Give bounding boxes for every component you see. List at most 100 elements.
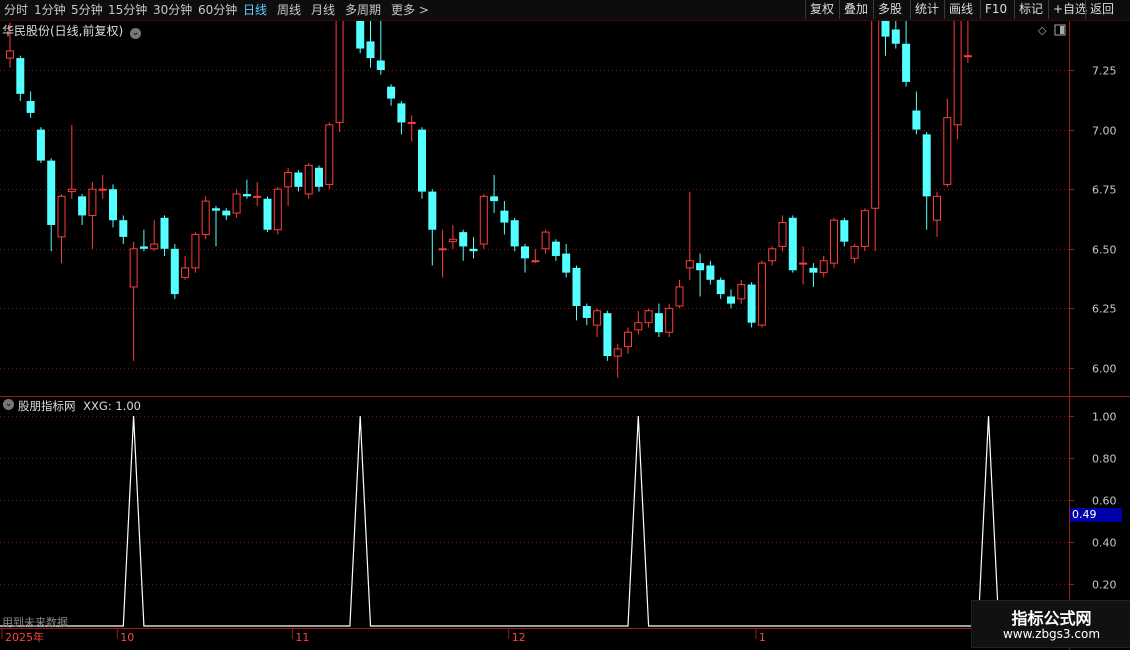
candle-body xyxy=(304,164,313,195)
candle-body xyxy=(26,100,35,113)
candle-body xyxy=(160,217,169,249)
candle xyxy=(778,215,787,252)
candle xyxy=(448,224,457,249)
main-chart-title: 华民股份(日线,前复权) ⌄ xyxy=(2,22,142,39)
candle-body xyxy=(582,306,591,318)
candle-body xyxy=(129,248,138,288)
period-tab-15min[interactable]: 15分钟 xyxy=(108,2,147,18)
period-tab-timeshare[interactable]: 分时 xyxy=(4,2,28,18)
candle-body xyxy=(139,246,148,249)
candle-body xyxy=(387,86,396,99)
candle xyxy=(788,215,797,273)
watermark: 指标公式网 www.zbgs3.com xyxy=(971,600,1130,648)
candle-body xyxy=(665,307,674,333)
future-data-note: 用到未来数据 xyxy=(2,616,68,629)
candle xyxy=(572,265,581,321)
x-tick-label: 2025年 xyxy=(5,630,44,644)
candle xyxy=(325,122,334,190)
right-side-subpanel-strip xyxy=(1120,398,1130,608)
candle-body xyxy=(963,55,972,58)
candle-body xyxy=(191,233,200,269)
adjust-button[interactable]: 复权 xyxy=(805,0,838,19)
candle-body xyxy=(212,208,220,211)
candle xyxy=(727,289,735,309)
candle-body xyxy=(778,222,787,247)
candle xyxy=(26,91,35,118)
candle-body xyxy=(541,231,550,250)
f10-button[interactable]: F10 xyxy=(980,0,1011,19)
candle xyxy=(963,21,972,63)
candle xyxy=(438,229,447,278)
candle xyxy=(201,196,210,240)
main-y-tick-label: 7.00 xyxy=(1092,125,1117,138)
candle xyxy=(912,91,921,135)
period-tab-multi[interactable]: 多周期 xyxy=(345,2,381,18)
x-tick-label: 11 xyxy=(295,631,309,644)
candle-body xyxy=(242,193,251,197)
candle-body xyxy=(716,279,725,295)
candle-body xyxy=(376,60,385,70)
candle xyxy=(943,98,952,187)
sub-y-axis-ticks: 1.00 0.80 0.60 0.40 0.20 xyxy=(1069,411,1117,592)
period-tab-monthly[interactable]: 月线 xyxy=(311,2,335,18)
chevron-down-icon[interactable]: ⌄ xyxy=(130,28,142,39)
candle-body xyxy=(356,21,365,49)
candle-body xyxy=(170,248,179,295)
panel-toggle-icon-fill xyxy=(1060,26,1064,34)
period-tab-daily[interactable]: 日线 xyxy=(243,2,267,18)
candle-body xyxy=(654,313,663,333)
candle-body xyxy=(521,246,529,259)
candle xyxy=(634,310,643,335)
candle-body xyxy=(788,217,797,271)
candle-body xyxy=(181,267,190,278)
overlay-button[interactable]: 叠加 xyxy=(839,0,872,19)
candle xyxy=(57,193,66,264)
candle xyxy=(531,248,540,264)
period-tab-1min[interactable]: 1分钟 xyxy=(34,2,66,18)
candle xyxy=(881,21,890,56)
period-tab-weekly[interactable]: 周线 xyxy=(277,2,301,18)
candle-body xyxy=(510,220,519,247)
candle-body xyxy=(16,58,25,94)
period-tab-5min[interactable]: 5分钟 xyxy=(71,2,103,18)
period-tab-60min[interactable]: 60分钟 xyxy=(198,2,237,18)
indicator-name: 股朋指标网 xyxy=(18,399,76,413)
multi-stock-button[interactable]: 多股 xyxy=(873,0,906,19)
period-tab-more[interactable]: 更多 > xyxy=(391,2,429,18)
candle xyxy=(840,217,849,247)
period-tab-30min[interactable]: 30分钟 xyxy=(153,2,192,18)
candle xyxy=(644,308,653,328)
candle-body xyxy=(696,263,705,271)
candle xyxy=(253,182,262,206)
chevron-down-icon[interactable]: ⌄ xyxy=(3,399,14,410)
candle xyxy=(129,241,138,361)
candle-body xyxy=(922,134,931,197)
stats-button[interactable]: 统计 xyxy=(910,0,943,19)
main-y-axis-ticks: 8.508.258.007.757.507.257.006.756.506.25… xyxy=(1069,65,1117,376)
candle xyxy=(716,277,725,299)
main-y-tick-label: 6.25 xyxy=(1092,303,1117,316)
candle-body xyxy=(593,310,602,326)
candle xyxy=(490,174,499,214)
candle-body xyxy=(624,331,632,348)
candle-body xyxy=(407,121,416,124)
candle xyxy=(191,232,200,273)
draw-line-button[interactable]: 画线 xyxy=(944,0,977,19)
candle xyxy=(500,201,509,235)
candle xyxy=(850,244,859,264)
mark-button[interactable]: 标记 xyxy=(1014,0,1047,19)
candle-body xyxy=(335,21,344,123)
candle-body xyxy=(273,188,282,231)
candle xyxy=(582,303,591,326)
candle-body xyxy=(644,310,653,324)
candle xyxy=(160,215,169,256)
candle-body xyxy=(757,262,766,326)
candle-body xyxy=(78,196,87,216)
back-button[interactable]: 返回 xyxy=(1085,0,1118,19)
candle-body xyxy=(881,21,890,37)
xxg-line-series xyxy=(0,415,1000,627)
diamond-icon[interactable]: ◇ xyxy=(1038,24,1047,37)
candle xyxy=(428,189,437,266)
candle xyxy=(665,303,674,338)
candle-body xyxy=(150,243,159,250)
